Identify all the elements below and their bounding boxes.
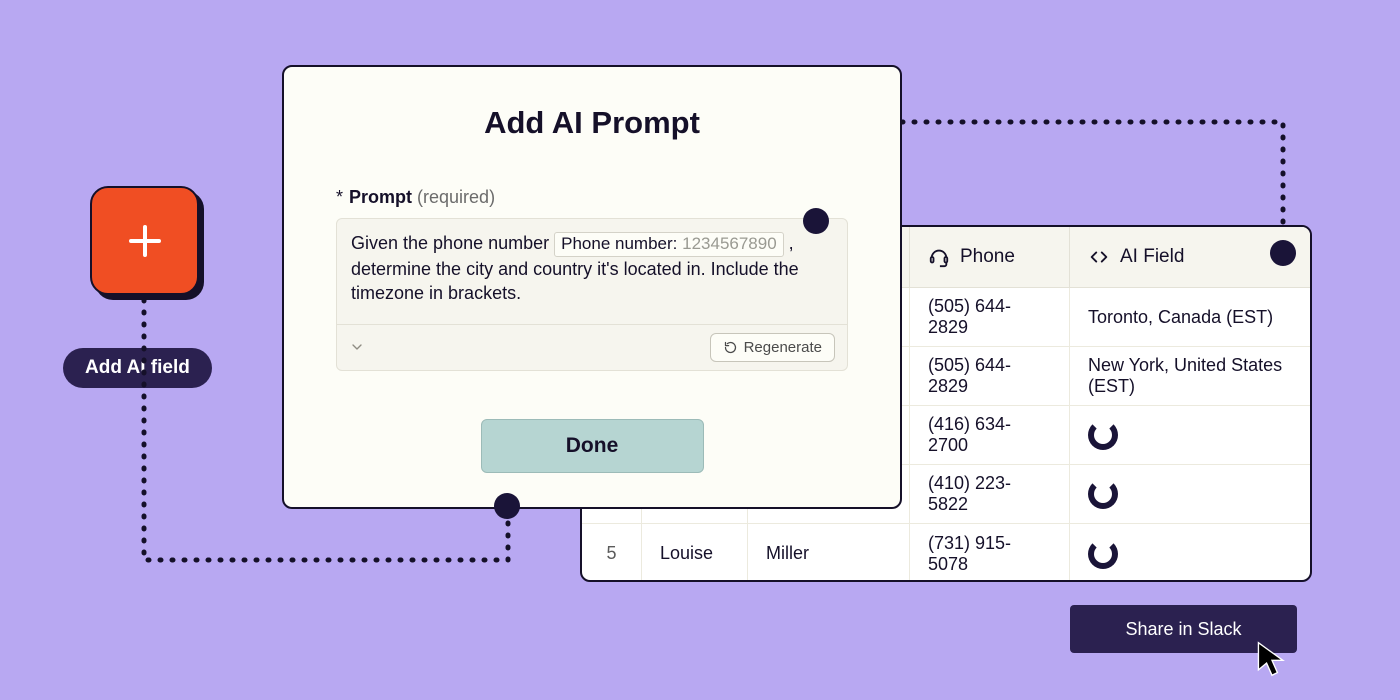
cell-index: 5: [582, 524, 642, 582]
headset-icon: [928, 246, 950, 268]
prompt-footer: Regenerate: [337, 324, 847, 370]
loading-spinner-icon: [1088, 479, 1118, 509]
connector-dot: [803, 208, 829, 234]
code-icon: [1088, 246, 1110, 268]
plus-icon: [125, 221, 165, 261]
connector-dot: [494, 493, 520, 519]
regenerate-button[interactable]: Regenerate: [710, 333, 835, 362]
table-row: 5 Louise Miller (731) 915-5078: [582, 524, 1310, 582]
loading-spinner-icon: [1088, 539, 1118, 569]
column-header-phone[interactable]: Phone: [910, 227, 1070, 287]
cell-phone: (505) 644-2829: [910, 347, 1070, 405]
cell-phone: (505) 644-2829: [910, 288, 1070, 346]
cell-ai: Toronto, Canada (EST): [1070, 288, 1310, 346]
cell-first: Louise: [642, 524, 748, 582]
cell-ai: [1070, 524, 1310, 582]
done-button[interactable]: Done: [481, 419, 704, 473]
column-header-phone-label: Phone: [960, 246, 1015, 268]
cell-last: Miller: [748, 524, 910, 582]
modal-title: Add AI Prompt: [336, 105, 848, 141]
chevron-down-icon[interactable]: [349, 339, 365, 355]
cell-phone: (416) 634-2700: [910, 406, 1070, 464]
cell-ai: [1070, 465, 1310, 523]
loading-spinner-icon: [1088, 420, 1118, 450]
add-ai-field-pill: Add AI field: [63, 348, 212, 388]
add-ai-prompt-modal: Add AI Prompt *Prompt (required) Given t…: [282, 65, 902, 509]
variable-chip[interactable]: Phone number: 1234567890: [554, 232, 784, 257]
cell-phone: (410) 223-5822: [910, 465, 1070, 523]
prompt-field-label: *Prompt (required): [336, 187, 848, 208]
connector-dot: [1270, 240, 1296, 266]
refresh-icon: [723, 340, 738, 355]
cell-ai: New York, United States (EST): [1070, 347, 1310, 405]
cursor-icon: [1255, 640, 1289, 678]
cell-phone: (731) 915-5078: [910, 524, 1070, 582]
prompt-text: Given the phone number Phone number: 123…: [337, 219, 847, 324]
add-ai-field-button[interactable]: [90, 186, 199, 295]
cell-ai: [1070, 406, 1310, 464]
column-header-ai-label: AI Field: [1120, 246, 1184, 268]
prompt-input[interactable]: Given the phone number Phone number: 123…: [336, 218, 848, 371]
